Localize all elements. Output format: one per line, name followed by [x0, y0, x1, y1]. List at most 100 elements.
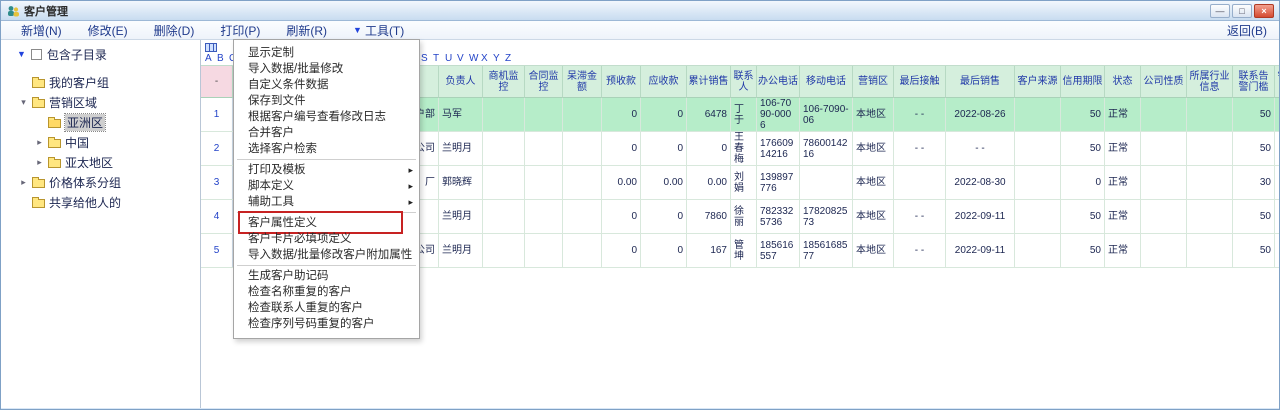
table-cell[interactable]: 50: [1061, 98, 1105, 131]
menu-item[interactable]: 打印及模板: [234, 162, 419, 178]
menu-item[interactable]: 辅助工具: [234, 194, 419, 210]
tree-item[interactable]: 我的客户组: [1, 72, 200, 92]
column-header[interactable]: 所属行业信息: [1187, 66, 1233, 98]
menubar-item[interactable]: 修改(E): [88, 22, 128, 39]
table-cell[interactable]: [1187, 200, 1233, 233]
table-cell[interactable]: 2: [201, 132, 233, 165]
table-cell[interactable]: 7823325736: [757, 200, 800, 233]
table-cell[interactable]: 正常: [1105, 132, 1141, 165]
table-cell[interactable]: 3: [201, 166, 233, 199]
menubar-item-return[interactable]: 返回(B): [1227, 22, 1267, 39]
table-cell[interactable]: - -: [894, 200, 946, 233]
alphabet-letter[interactable]: Y: [493, 53, 505, 64]
table-cell[interactable]: 0.00: [602, 166, 641, 199]
column-header[interactable]: 应收款: [641, 66, 687, 98]
table-cell[interactable]: 50: [1233, 200, 1275, 233]
menu-item[interactable]: 根据客户编号查看修改日志: [234, 109, 419, 125]
table-cell[interactable]: 正常: [1105, 98, 1141, 131]
table-cell[interactable]: [483, 234, 525, 267]
column-header[interactable]: 负责人: [439, 66, 483, 98]
table-cell[interactable]: 0.00: [641, 166, 687, 199]
table-cell[interactable]: 106-7090-06: [800, 98, 853, 131]
column-header[interactable]: 合同监控: [525, 66, 563, 98]
table-cell[interactable]: 17660914216: [757, 132, 800, 165]
column-header[interactable]: 最后销售: [946, 66, 1015, 98]
table-cell[interactable]: [1141, 98, 1187, 131]
alphabet-letter[interactable]: T: [433, 53, 445, 64]
table-cell[interactable]: 管坤: [731, 234, 757, 267]
table-cell[interactable]: 兰明月: [439, 200, 483, 233]
menu-item[interactable]: 选择客户检索: [234, 141, 419, 157]
table-cell[interactable]: [1187, 234, 1233, 267]
close-button[interactable]: ×: [1254, 4, 1274, 18]
table-cell[interactable]: 2022-08-26: [946, 98, 1015, 131]
table-cell[interactable]: [1141, 200, 1187, 233]
alphabet-letter[interactable]: V: [457, 53, 469, 64]
table-cell[interactable]: [525, 132, 563, 165]
column-header[interactable]: 累计销售: [687, 66, 731, 98]
minimize-button[interactable]: —: [1210, 4, 1230, 18]
menu-item[interactable]: 显示定制: [234, 45, 419, 61]
table-cell[interactable]: 0.00: [687, 166, 731, 199]
table-cell[interactable]: 50: [1233, 234, 1275, 267]
table-cell[interactable]: 正常: [1105, 200, 1141, 233]
column-header[interactable]: 状态: [1105, 66, 1141, 98]
table-cell[interactable]: 50: [1061, 234, 1105, 267]
table-cell[interactable]: 50: [1233, 132, 1275, 165]
table-cell[interactable]: [1141, 132, 1187, 165]
table-cell[interactable]: [483, 166, 525, 199]
alphabet-letter[interactable]: X: [481, 53, 493, 64]
column-header[interactable]: 最后接触: [894, 66, 946, 98]
table-cell[interactable]: 本地区: [853, 98, 894, 131]
menu-item[interactable]: 检查序列号码重复的客户: [234, 316, 419, 332]
table-cell[interactable]: [563, 132, 602, 165]
table-cell[interactable]: [525, 98, 563, 131]
table-cell[interactable]: 本地区: [853, 200, 894, 233]
table-cell[interactable]: 0: [602, 200, 641, 233]
alphabet-letter[interactable]: Z: [505, 53, 517, 64]
alphabet-letter[interactable]: U: [445, 53, 457, 64]
menubar-item[interactable]: 新增(N): [21, 22, 62, 39]
table-cell[interactable]: [1015, 132, 1061, 165]
table-cell[interactable]: [1187, 166, 1233, 199]
alphabet-letter[interactable]: A: [205, 53, 217, 64]
table-cell[interactable]: 185616557: [757, 234, 800, 267]
table-cell[interactable]: 0: [602, 132, 641, 165]
menu-item[interactable]: 保存到文件: [234, 93, 419, 109]
table-cell[interactable]: 1: [201, 98, 233, 131]
table-cell[interactable]: 本地区: [853, 234, 894, 267]
tree-item[interactable]: ▸中国: [1, 132, 200, 152]
table-cell[interactable]: - -: [946, 132, 1015, 165]
table-cell[interactable]: 正常: [1105, 166, 1141, 199]
column-header[interactable]: -: [201, 66, 233, 98]
table-cell[interactable]: 50: [1233, 98, 1275, 131]
menu-item[interactable]: 合并客户: [234, 125, 419, 141]
tree-item[interactable]: 亚洲区: [1, 112, 200, 132]
table-cell[interactable]: 正常: [1105, 234, 1141, 267]
menu-item[interactable]: 导入数据/批量修改客户附加属性: [234, 247, 419, 263]
table-cell[interactable]: [1015, 200, 1061, 233]
table-cell[interactable]: [1187, 98, 1233, 131]
table-cell[interactable]: 30: [1275, 234, 1279, 267]
column-header[interactable]: 销售告警周期: [1275, 66, 1279, 98]
table-cell[interactable]: 1856168577: [800, 234, 853, 267]
column-header[interactable]: 呆滞金额: [563, 66, 602, 98]
table-cell[interactable]: 刘娟: [731, 166, 757, 199]
tree-item[interactable]: ▾营销区域: [1, 92, 200, 112]
column-header[interactable]: 办公电话: [757, 66, 800, 98]
table-cell[interactable]: - -: [894, 234, 946, 267]
column-header[interactable]: 客户来源: [1015, 66, 1061, 98]
column-header[interactable]: 信用期限: [1061, 66, 1105, 98]
table-cell[interactable]: 7860014216: [800, 132, 853, 165]
table-cell[interactable]: 106-7090-0006: [757, 98, 800, 131]
table-cell[interactable]: 4: [201, 200, 233, 233]
alphabet-letter[interactable]: S: [421, 53, 433, 64]
column-header[interactable]: 预收款: [602, 66, 641, 98]
menubar-item[interactable]: 刷新(R): [286, 22, 327, 39]
table-cell[interactable]: 30: [1275, 132, 1279, 165]
table-cell[interactable]: 郭晓辉: [439, 166, 483, 199]
table-cell[interactable]: - -: [894, 132, 946, 165]
menu-item[interactable]: 自定义条件数据: [234, 77, 419, 93]
table-cell[interactable]: [563, 98, 602, 131]
table-cell[interactable]: [894, 166, 946, 199]
